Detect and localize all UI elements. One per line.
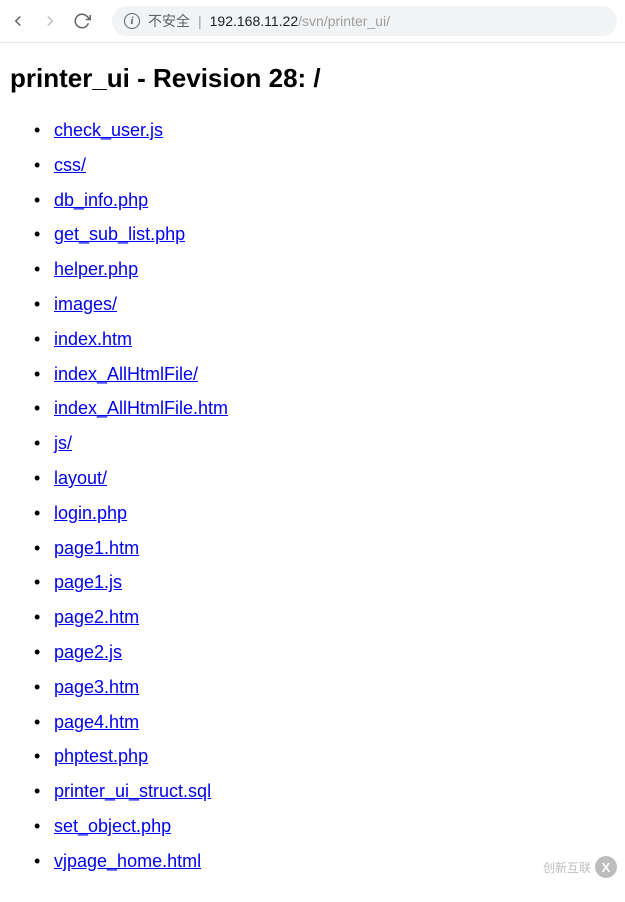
browser-toolbar: i 不安全 | 192.168.11.22/svn/printer_ui/ [0,0,625,43]
file-link[interactable]: vjpage_home.html [54,851,201,871]
list-item: page1.js [54,568,615,597]
list-item: get_sub_list.php [54,220,615,249]
divider: | [198,13,202,29]
list-item: css/ [54,151,615,180]
address-bar[interactable]: i 不安全 | 192.168.11.22/svn/printer_ui/ [112,6,617,36]
file-link[interactable]: index_AllHtmlFile.htm [54,398,228,418]
list-item: page4.htm [54,708,615,737]
page-title: printer_ui - Revision 28: / [10,63,615,94]
page-content: printer_ui - Revision 28: / check_user.j… [0,43,625,902]
file-link[interactable]: page2.htm [54,607,139,627]
file-link[interactable]: images/ [54,294,117,314]
security-label: 不安全 [148,11,190,31]
file-link[interactable]: page3.htm [54,677,139,697]
file-link[interactable]: check_user.js [54,120,163,140]
file-link[interactable]: layout/ [54,468,107,488]
list-item: layout/ [54,464,615,493]
file-link[interactable]: db_info.php [54,190,148,210]
file-link[interactable]: page4.htm [54,712,139,732]
list-item: vjpage_home.html [54,847,615,876]
list-item: index_AllHtmlFile/ [54,360,615,389]
url-text: 192.168.11.22/svn/printer_ui/ [210,13,390,29]
file-list: check_user.js css/db_info.php get_sub_list… [10,116,615,876]
file-link[interactable]: page1.js [54,572,122,592]
list-item: index_AllHtmlFile.htm [54,394,615,423]
url-path: /svn/printer_ui/ [298,13,390,29]
file-link[interactable]: js/ [54,433,72,453]
file-link[interactable]: printer_ui_struct.sql [54,781,211,801]
list-item: index.htm [54,325,615,354]
file-link[interactable]: index_AllHtmlFile/ [54,364,198,384]
watermark-badge: X [595,856,617,878]
list-item: phptest.php [54,742,615,771]
list-item: page1.htm [54,534,615,563]
list-item: printer_ui_struct.sql [54,777,615,806]
url-host: 192.168.11.22 [210,13,299,29]
file-link[interactable]: page2.js [54,642,122,662]
list-item: page2.js [54,638,615,667]
list-item: login.php [54,499,615,528]
list-item: js/ [54,429,615,458]
reload-button[interactable] [72,11,92,31]
watermark: 创新互联 X [543,856,617,878]
list-item: set_object.php [54,812,615,841]
list-item: images/ [54,290,615,319]
file-link[interactable]: helper.php [54,259,138,279]
list-item: page3.htm [54,673,615,702]
file-link[interactable]: css/ [54,155,86,175]
file-link[interactable]: index.htm [54,329,132,349]
file-link[interactable]: set_object.php [54,816,171,836]
list-item: helper.php [54,255,615,284]
forward-button[interactable] [40,11,60,31]
list-item: db_info.php [54,186,615,215]
file-link[interactable]: page1.htm [54,538,139,558]
info-icon[interactable]: i [124,13,140,29]
file-link[interactable]: login.php [54,503,127,523]
list-item: page2.htm [54,603,615,632]
list-item: check_user.js [54,116,615,145]
back-button[interactable] [8,11,28,31]
file-link[interactable]: phptest.php [54,746,148,766]
file-link[interactable]: get_sub_list.php [54,224,185,244]
watermark-text: 创新互联 [543,859,591,876]
